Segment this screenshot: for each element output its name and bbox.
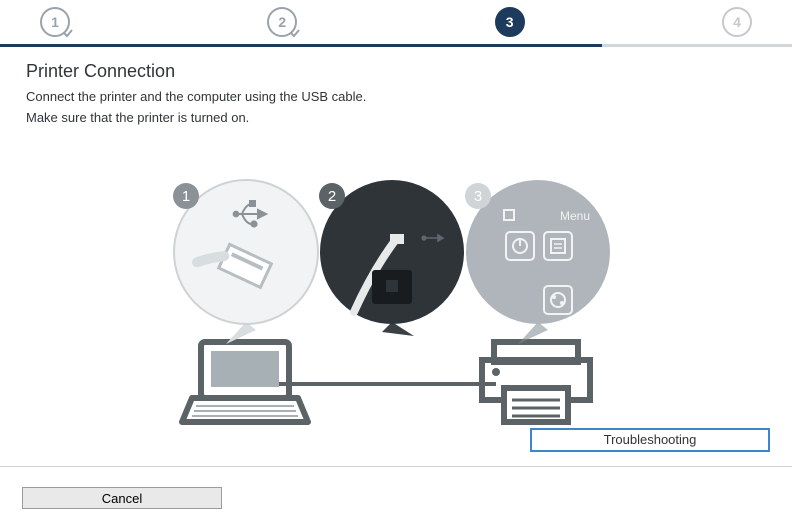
troubleshooting-button[interactable]: Troubleshooting: [530, 428, 770, 452]
svg-text:3: 3: [474, 188, 482, 205]
main-panel: Printer Connection Connect the printer a…: [0, 47, 792, 467]
laptop-icon: [182, 342, 308, 422]
cancel-button[interactable]: Cancel: [22, 487, 222, 509]
step-4-label: 4: [733, 14, 741, 30]
description-1: Connect the printer and the computer usi…: [26, 88, 766, 105]
troubleshooting-label: Troubleshooting: [604, 432, 697, 447]
step-2: 2: [267, 7, 297, 37]
installer-window: 1 2 3 4 Printer Connection Connect the p…: [0, 0, 792, 529]
check-icon: [289, 27, 301, 39]
svg-text:Menu: Menu: [560, 209, 590, 223]
connection-illustration: 1: [0, 162, 792, 432]
bubble-1: 1: [173, 180, 318, 344]
check-icon: [62, 27, 74, 39]
svg-text:2: 2: [328, 188, 336, 205]
usb-connection-diagram: 1: [156, 162, 636, 432]
step-4: 4: [722, 7, 752, 37]
footer: Cancel: [0, 467, 792, 529]
cancel-label: Cancel: [102, 491, 142, 506]
step-2-label: 2: [278, 14, 286, 30]
page-title: Printer Connection: [26, 61, 766, 82]
step-3: 3: [495, 7, 525, 37]
printer-icon: [482, 342, 590, 422]
svg-text:1: 1: [182, 188, 190, 205]
description-2: Make sure that the printer is turned on.: [26, 109, 766, 126]
bubble-3: Menu: [465, 180, 610, 344]
stepper: 1 2 3 4: [0, 0, 792, 44]
bubble-2: 2: [319, 180, 464, 336]
step-3-label: 3: [506, 14, 514, 30]
step-1-label: 1: [51, 14, 59, 30]
step-1: 1: [40, 7, 70, 37]
